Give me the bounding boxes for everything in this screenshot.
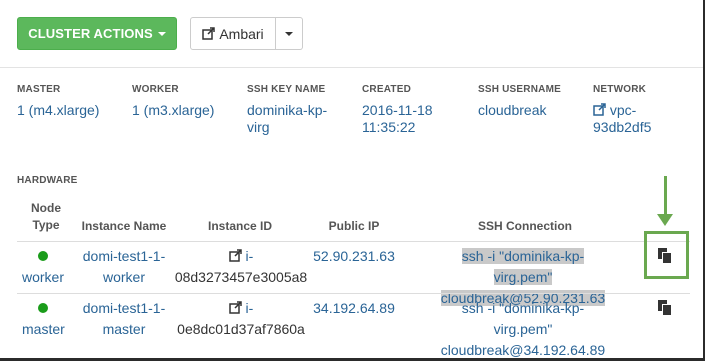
ssh-connection-cell: ssh -i "dominika-kp-virg.pem" cloudbreak… [434, 298, 612, 361]
column-public-ip: Public IP [328, 219, 380, 233]
node-type-cell: worker [22, 246, 64, 288]
instance-name-cell: domi-test1-1- worker [78, 246, 170, 288]
node-type-text: worker [22, 269, 65, 285]
created-time: 11:35:22 [362, 119, 416, 135]
worker-value: 1 (m3.xlarge) [132, 102, 215, 118]
divider [0, 67, 703, 68]
row-divider [17, 293, 690, 294]
instance-name-line2: master [102, 321, 146, 337]
annotation-arrow-head [657, 214, 673, 226]
column-instance-name: Instance Name [81, 219, 167, 233]
column-node-type-line1: Node [31, 201, 61, 215]
annotation-highlight-box [644, 231, 689, 279]
ssh-key-line2: virg [247, 119, 270, 135]
created-date: 2016-11-18 [362, 102, 433, 118]
master-value: 1 (m4.xlarge) [17, 102, 100, 118]
public-ip-cell: 52.90.231.63 [313, 248, 395, 264]
instance-id-line1: i- [245, 248, 254, 264]
instance-id-line1: i- [245, 300, 254, 316]
instance-name-line1: domi-test1-1- [82, 300, 166, 316]
instance-name-line1: domi-test1-1- [82, 248, 166, 264]
network-line2: 93db2df5 [593, 119, 652, 135]
ambari-button-group: Ambari [190, 17, 303, 50]
ambari-button[interactable]: Ambari [190, 17, 276, 50]
ssh-username-label: SSH USERNAME [478, 84, 561, 95]
annotation-arrow [664, 176, 667, 218]
ssh-key-label: SSH KEY NAME [247, 84, 326, 95]
row-divider [17, 241, 690, 242]
status-dot-icon [38, 303, 48, 313]
node-type-cell: master [22, 298, 65, 340]
network-label: NETWORK [593, 84, 647, 95]
worker-label: WORKER [132, 84, 179, 95]
instance-id-link[interactable]: i- 0e8dc01d37af7860a [174, 298, 308, 340]
instance-name-cell: domi-test1-1- master [78, 298, 170, 340]
network-link[interactable]: vpc- 93db2df5 [593, 102, 651, 136]
cluster-actions-button[interactable]: CLUSTER ACTIONS [17, 17, 177, 50]
created-label: CREATED [362, 84, 411, 95]
instance-name-line2: worker [102, 269, 145, 285]
created-value: 2016-11-18 11:35:22 [362, 102, 433, 136]
cluster-actions-label: CLUSTER ACTIONS [28, 26, 153, 41]
network-line1: vpc- [609, 102, 637, 118]
external-link-icon [228, 301, 242, 314]
ssh-username-value: cloudbreak [478, 102, 547, 118]
column-node-type: Node Type [26, 200, 66, 234]
ssh-key-line1: dominika-kp- [247, 102, 328, 118]
status-dot-icon [38, 251, 48, 261]
ambari-label: Ambari [219, 25, 264, 42]
external-link-icon [593, 103, 606, 116]
instance-id-line2: 08d3273457e3005a8 [174, 269, 308, 285]
ssh-key-value: dominika-kp- virg [247, 102, 327, 136]
chevron-down-icon [157, 31, 166, 36]
external-link-icon [202, 27, 216, 40]
ambari-dropdown-toggle[interactable] [276, 17, 303, 50]
column-ssh-connection: SSH Connection [477, 219, 572, 233]
public-ip-cell: 34.192.64.89 [313, 300, 395, 316]
hardware-title: HARDWARE [17, 175, 78, 186]
master-label: MASTER [17, 84, 61, 95]
instance-id-link[interactable]: i- 08d3273457e3005a8 [174, 246, 308, 288]
clipboard-copy-icon[interactable] [657, 300, 673, 316]
column-instance-id: Instance ID [207, 219, 273, 233]
instance-id-line2: 0e8dc01d37af7860a [177, 321, 305, 337]
external-link-icon [228, 249, 242, 262]
chevron-down-icon [285, 31, 293, 36]
ssh-command-line1: ssh -i "dominika-kp-virg.pem" [461, 248, 585, 285]
node-type-text: master [22, 321, 65, 337]
ssh-command-line1: ssh -i "dominika-kp-virg.pem" [461, 300, 585, 337]
column-node-type-line2: Type [32, 218, 60, 232]
